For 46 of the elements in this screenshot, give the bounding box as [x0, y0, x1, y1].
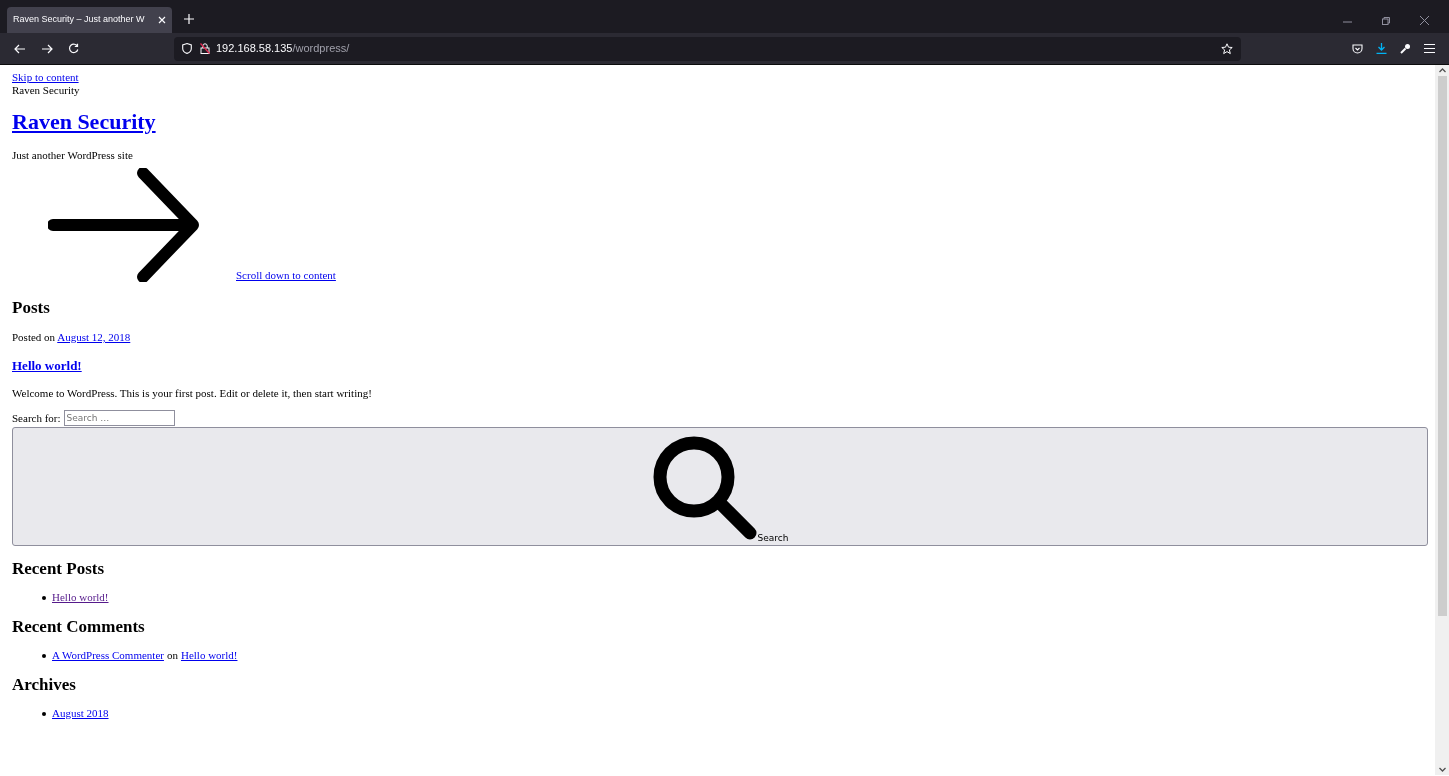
pocket-icon[interactable] [1352, 43, 1363, 54]
post-title-link[interactable]: Hello world! [12, 358, 82, 373]
widget-heading: Archives [12, 675, 77, 695]
skip-link[interactable]: Skip to content [12, 71, 1428, 84]
browser-tab[interactable]: Raven Security – Just another W [7, 7, 172, 33]
search-field[interactable]: Search … [63, 409, 175, 426]
tab-title: Raven Security – Just another W [13, 13, 145, 27]
post-excerpt: Welcome to WordPress. This is your first post. Edit or delete it, then start writing! [12, 386, 373, 400]
search-label: Search for: [12, 410, 61, 426]
reload-icon[interactable] [68, 43, 79, 54]
widget-heading: Recent Comments [12, 617, 146, 637]
insecure-lock-icon[interactable] [200, 43, 210, 54]
tagline: Just another WordPress site [12, 149, 134, 162]
search-button[interactable]: Search [12, 427, 1428, 546]
widget-heading: Recent Posts [12, 559, 106, 579]
close-icon[interactable] [158, 16, 166, 24]
restore-icon[interactable] [1382, 17, 1390, 25]
new-tab-icon[interactable] [184, 14, 194, 24]
posts-heading: Posts [12, 298, 51, 318]
post-date-link[interactable]: August 12, 2018 [57, 331, 131, 343]
bookmark-star-icon[interactable] [1221, 42, 1233, 55]
site-name: Raven Security [12, 84, 81, 97]
scroll-up-icon[interactable] [1438, 68, 1446, 73]
scroll-down-link[interactable]: Scroll down to content [236, 269, 336, 282]
search-icon [651, 435, 758, 541]
widget-link[interactable]: Hello world! [180, 649, 238, 662]
widget-link[interactable]: Hello world! [52, 591, 109, 604]
bullet-icon [42, 653, 46, 658]
arrow-icon [48, 168, 200, 282]
close-window-icon[interactable] [1420, 16, 1429, 25]
site-title-link[interactable]: Raven Security [12, 109, 156, 134]
menu-icon[interactable] [1424, 44, 1435, 53]
bullet-icon [42, 711, 46, 716]
download-icon[interactable] [1376, 43, 1387, 54]
url-text: 192.168.58.135/wordpress/ [216, 41, 350, 57]
forward-icon[interactable] [41, 43, 53, 54]
widget-text: on [166, 649, 178, 662]
posted-on-label: Posted on [12, 331, 56, 343]
widget-link[interactable]: A WordPress Commenter [52, 649, 164, 662]
scroll-down-icon[interactable] [1438, 767, 1446, 772]
bullet-icon [42, 595, 46, 600]
scrollbar-thumb[interactable] [1437, 76, 1447, 616]
shield-icon[interactable] [182, 43, 192, 54]
address-bar[interactable]: 192.168.58.135/wordpress/ [174, 36, 1241, 61]
widget-link[interactable]: August 2018 [52, 707, 109, 720]
back-icon[interactable] [14, 43, 26, 54]
